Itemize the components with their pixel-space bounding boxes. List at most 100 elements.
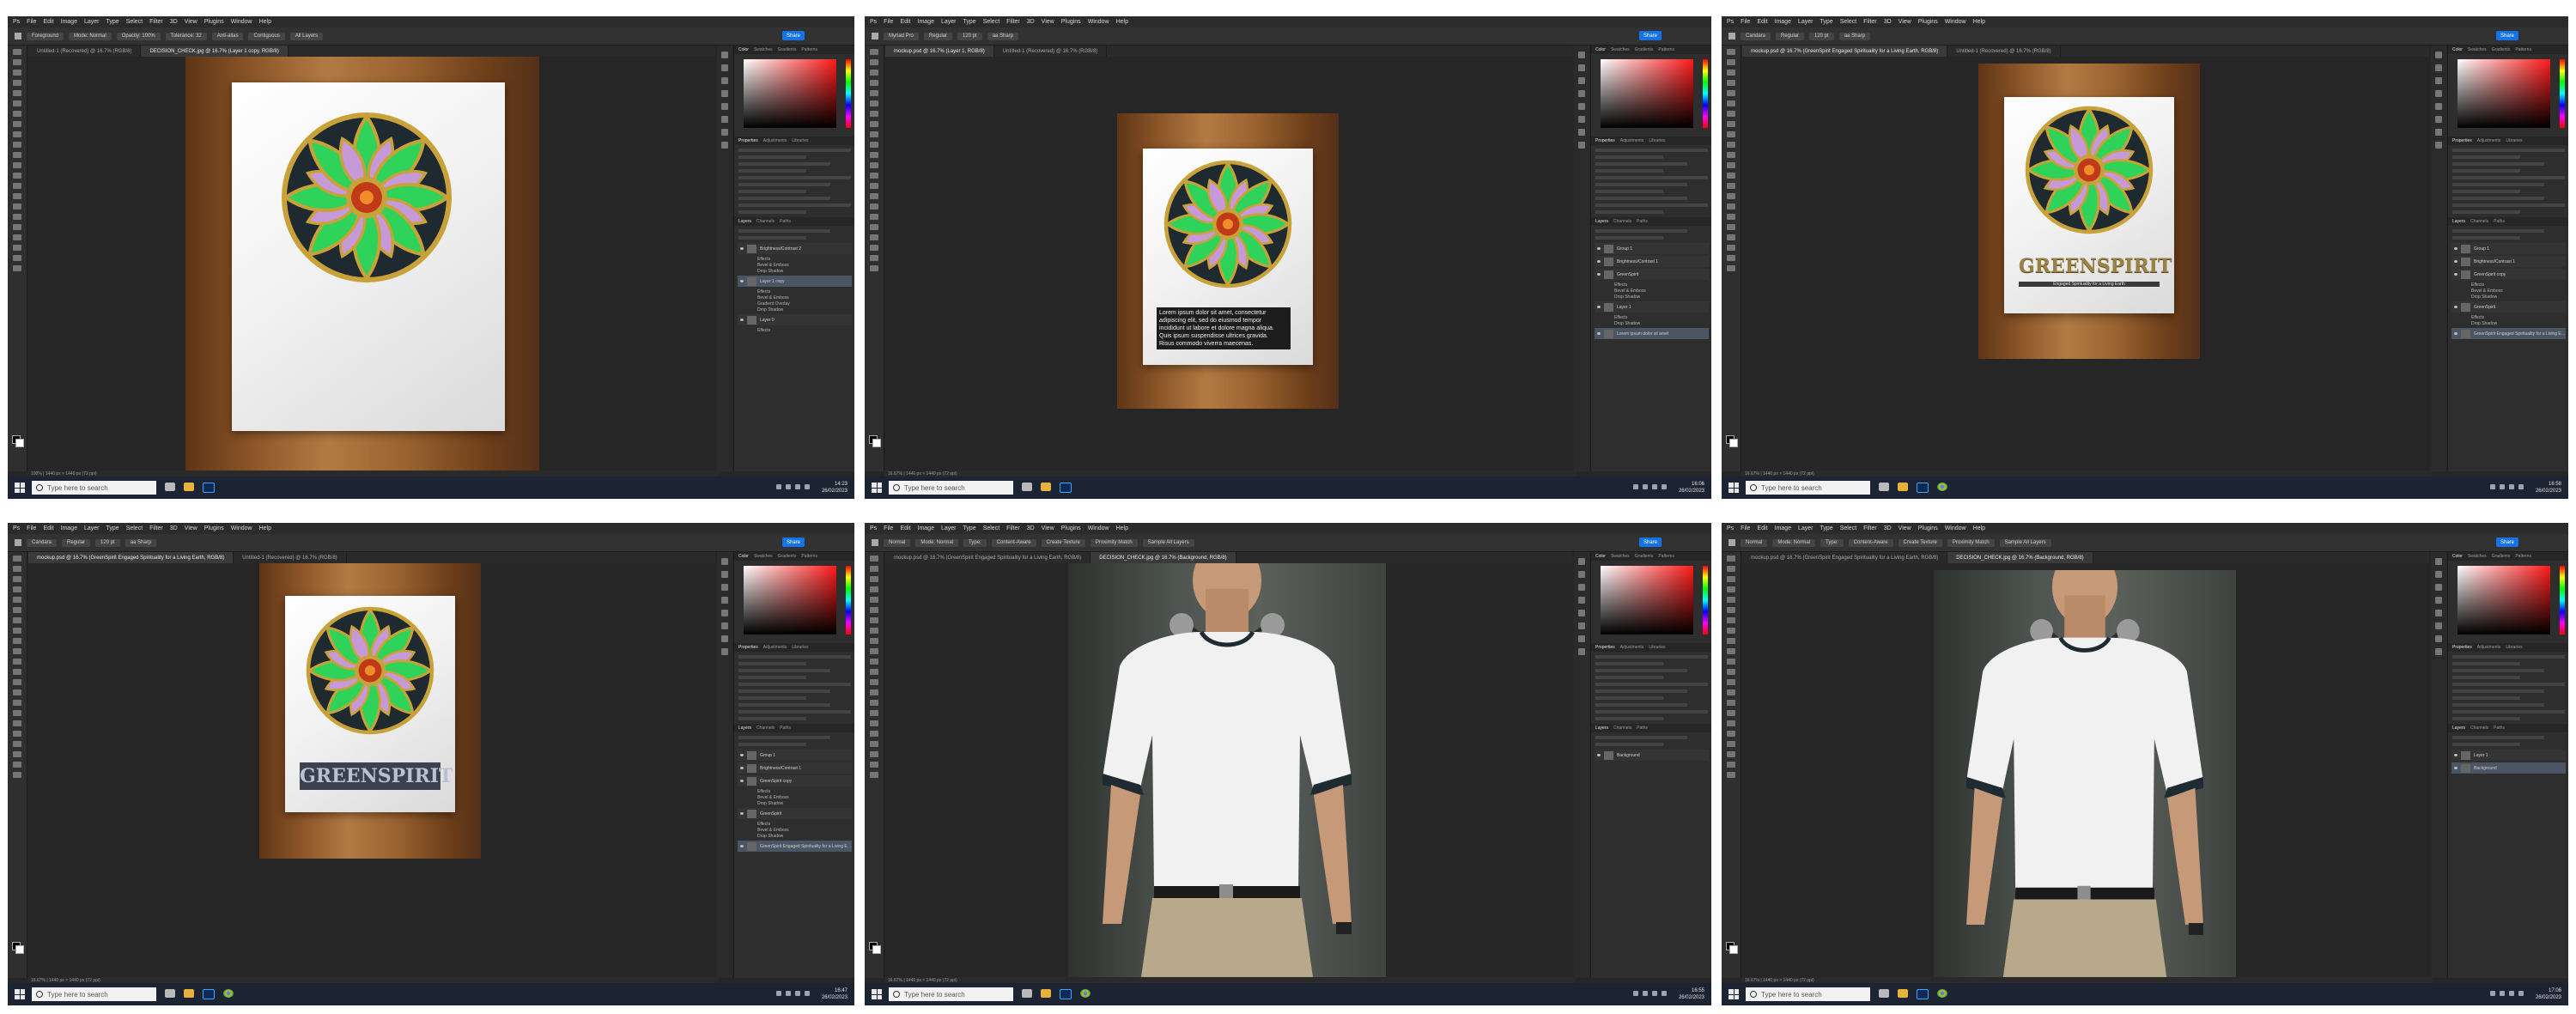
- menu-item[interactable]: 3D: [1884, 525, 1892, 531]
- visibility-eye-icon[interactable]: [1597, 247, 1601, 250]
- panel-tab[interactable]: Color: [738, 554, 749, 559]
- color-swatches[interactable]: [1726, 942, 1738, 954]
- crop-tool-icon[interactable]: [1727, 100, 1735, 106]
- option-control[interactable]: Content-Aware: [1848, 538, 1893, 547]
- move-tool-icon[interactable]: [870, 49, 878, 55]
- stamp-tool-icon[interactable]: [1727, 659, 1735, 665]
- property-field[interactable]: [1595, 717, 1663, 720]
- tray-icon[interactable]: [2500, 484, 2505, 489]
- property-field[interactable]: [2452, 149, 2565, 152]
- menu-item[interactable]: Type: [963, 525, 976, 531]
- file-explorer-icon[interactable]: [1041, 989, 1051, 998]
- hand-tool-icon[interactable]: [870, 255, 878, 261]
- option-control[interactable]: Opacity: 100%: [116, 32, 161, 40]
- menu-item[interactable]: File: [884, 525, 893, 531]
- windows-start-icon[interactable]: [15, 483, 25, 493]
- layer-row[interactable]: GreenSpirit copy: [738, 775, 852, 786]
- path-select-tool-icon[interactable]: [1727, 741, 1735, 747]
- history-brush-tool-icon[interactable]: [1727, 669, 1735, 675]
- path-select-tool-icon[interactable]: [13, 234, 21, 240]
- menu-item[interactable]: Layer: [1798, 525, 1814, 531]
- property-field[interactable]: [1595, 662, 1663, 665]
- tray-icon[interactable]: [2518, 484, 2524, 489]
- property-field[interactable]: [2452, 655, 2565, 659]
- menu-item[interactable]: File: [1741, 525, 1750, 531]
- layer-row[interactable]: Layer 1: [2451, 750, 2566, 761]
- menu-item[interactable]: View: [1042, 19, 1054, 25]
- type-tool-icon[interactable]: [1727, 224, 1735, 230]
- panel-shortcut-icon[interactable]: [2435, 571, 2442, 578]
- panel-tab[interactable]: Channels: [756, 219, 775, 224]
- tray-icon[interactable]: [1662, 991, 1667, 996]
- panel-shortcut-icon[interactable]: [721, 64, 728, 71]
- lasso-tool-icon[interactable]: [870, 586, 878, 592]
- tray-icon[interactable]: [1643, 484, 1648, 489]
- visibility-eye-icon[interactable]: [740, 280, 744, 282]
- layer-effect-item[interactable]: Drop Shadow: [2469, 320, 2566, 326]
- menu-item[interactable]: Edit: [900, 19, 910, 25]
- rectangle-tool-icon[interactable]: [13, 245, 21, 251]
- panel-tab[interactable]: Adjustments: [2477, 645, 2501, 650]
- share-button[interactable]: Share: [782, 537, 805, 547]
- panel-tab[interactable]: Paths: [780, 726, 791, 731]
- panel-shortcut-icon[interactable]: [721, 622, 728, 629]
- frame-tool-icon[interactable]: [13, 617, 21, 623]
- panel-tab[interactable]: Swatches: [2468, 47, 2487, 52]
- dodge-tool-icon[interactable]: [13, 203, 21, 209]
- panel-shortcut-icon[interactable]: [2435, 64, 2442, 71]
- layer-control[interactable]: [2452, 229, 2545, 233]
- healing-tool-icon[interactable]: [870, 638, 878, 644]
- menu-item[interactable]: View: [1899, 19, 1911, 25]
- eraser-tool-icon[interactable]: [13, 679, 21, 685]
- zoom-tool-icon[interactable]: [1727, 265, 1735, 271]
- layer-control[interactable]: [738, 736, 831, 739]
- panel-shortcut-icon[interactable]: [1578, 558, 1585, 565]
- lasso-tool-icon[interactable]: [1727, 80, 1735, 86]
- color-picker[interactable]: [1595, 56, 1708, 135]
- property-field[interactable]: [738, 190, 806, 193]
- eyedropper-tool-icon[interactable]: [13, 628, 21, 634]
- visibility-eye-icon[interactable]: [1597, 306, 1601, 308]
- lorem-text-block[interactable]: Lorem ipsum dolor sit amet, consectetur …: [1157, 307, 1291, 349]
- document-tab[interactable]: mockup.psd @ 16.7% (GreenSpirit Engaged …: [28, 552, 234, 563]
- document-canvas[interactable]: GREENSPIRIT Engaged Spirituality for a Li…: [1741, 57, 2429, 471]
- eyedropper-tool-icon[interactable]: [1727, 628, 1735, 634]
- gradient-tool-icon[interactable]: [870, 183, 878, 189]
- task-view-icon[interactable]: [1879, 989, 1889, 998]
- menu-item[interactable]: Window: [1088, 525, 1109, 531]
- panel-shortcut-icon[interactable]: [2435, 142, 2442, 149]
- property-field[interactable]: [1595, 703, 1688, 707]
- property-field[interactable]: [2452, 669, 2545, 672]
- option-control[interactable]: Candara: [1741, 32, 1771, 40]
- option-control[interactable]: 120 pt: [957, 32, 982, 40]
- option-control[interactable]: Regular: [62, 538, 91, 547]
- crop-tool-icon[interactable]: [13, 100, 21, 106]
- tray-icon[interactable]: [805, 991, 810, 996]
- panel-shortcut-icon[interactable]: [2435, 584, 2442, 591]
- windows-start-icon[interactable]: [15, 989, 25, 999]
- menu-item[interactable]: Image: [918, 525, 934, 531]
- tray-icon[interactable]: [776, 991, 781, 996]
- layer-effect-item[interactable]: Drop Shadow: [1612, 320, 1709, 326]
- panel-shortcut-icon[interactable]: [1578, 584, 1585, 591]
- panel-tab[interactable]: Adjustments: [763, 138, 787, 143]
- panel-tab[interactable]: Channels: [2470, 219, 2488, 224]
- layer-effect-item[interactable]: Drop Shadow: [755, 307, 852, 313]
- healing-tool-icon[interactable]: [1727, 131, 1735, 137]
- model-photo[interactable]: [1934, 570, 2236, 977]
- panel-shortcut-icon[interactable]: [721, 558, 728, 565]
- tray-icon[interactable]: [795, 991, 800, 996]
- menu-item[interactable]: Select: [983, 525, 999, 531]
- layer-control[interactable]: [2452, 236, 2520, 240]
- panel-shortcut-icon[interactable]: [2435, 597, 2442, 604]
- dodge-tool-icon[interactable]: [13, 710, 21, 716]
- menu-item[interactable]: Image: [61, 525, 77, 531]
- menu-item[interactable]: View: [1899, 525, 1911, 531]
- type-tool-icon[interactable]: [13, 224, 21, 230]
- panel-shortcut-icon[interactable]: [2435, 648, 2442, 655]
- panel-tab[interactable]: Libraries: [1649, 645, 1665, 650]
- property-field[interactable]: [2452, 176, 2565, 179]
- object-select-tool-icon[interactable]: [13, 90, 21, 96]
- layer-row[interactable]: Background: [2451, 762, 2566, 774]
- panel-shortcut-icon[interactable]: [721, 635, 728, 642]
